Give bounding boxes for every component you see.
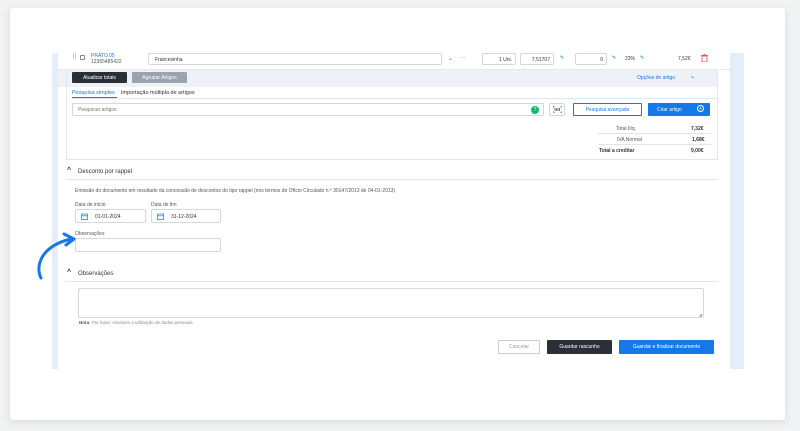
chevron-down-icon[interactable]: ⌄ — [690, 73, 695, 80]
document-panel: ⠿ PRATO.05 12365485422 Francesinha ⌄ ···… — [58, 53, 730, 369]
edit-discount-pencil-icon[interactable]: ✎ — [612, 55, 616, 61]
rappel-observations-input[interactable] — [75, 238, 221, 252]
rappel-divider — [66, 179, 718, 180]
save-finish-button[interactable]: Guardar e finalizar documento — [619, 340, 714, 354]
expand-chevron-icon[interactable]: ⌄ — [448, 55, 453, 62]
annotation-arrow-icon — [37, 232, 76, 280]
product-barcode: 12365485422 — [91, 59, 122, 65]
group-articles-button[interactable]: Agrupar Artigos — [132, 72, 187, 83]
start-date-input[interactable]: 01-01-2024 — [75, 209, 146, 223]
discount-value: 0 — [600, 57, 603, 63]
end-date-value: 31-12-2024 — [171, 214, 197, 220]
end-date-label: Data de fim — [151, 202, 177, 208]
barcode-icon — [552, 106, 562, 113]
product-name-input[interactable]: Francesinha — [148, 53, 442, 65]
create-article-label: Criar artigo — [657, 106, 682, 113]
unit-price-value: 7,51707 — [531, 57, 550, 63]
article-options-link[interactable]: Opções de artigo — [637, 75, 675, 81]
vat-rate: 23% — [625, 56, 636, 62]
line-total: 7,52€ — [678, 56, 691, 62]
unit-price-input[interactable]: 7,51707 — [520, 53, 554, 65]
quantity-input[interactable]: 1 Uni. — [482, 53, 516, 65]
start-date-label: Data de início — [75, 202, 106, 208]
barcode-scan-button[interactable] — [549, 103, 565, 116]
observations-textarea[interactable]: ◢ — [78, 288, 704, 318]
save-draft-button[interactable]: Guardar rascunho — [547, 340, 612, 354]
article-search-input[interactable]: ? — [72, 103, 544, 116]
privacy-note: Nota: Por favor, minimize a utilização d… — [79, 320, 194, 325]
cancel-button[interactable]: Cancelar — [498, 340, 540, 354]
delete-trash-icon[interactable] — [701, 54, 708, 62]
section-bottom-border — [66, 159, 718, 160]
privacy-note-label: Nota: — [79, 320, 91, 325]
plus-circle-icon: + — [697, 105, 704, 112]
section-border-right — [717, 70, 718, 160]
totals-divider — [598, 133, 711, 134]
app-window: ⠿ PRATO.05 12365485422 Francesinha ⌄ ···… — [52, 53, 744, 369]
totals-divider — [598, 144, 711, 145]
tabs-divider — [72, 98, 718, 99]
edit-vat-pencil-icon[interactable]: ✎ — [640, 55, 644, 61]
row-checkbox[interactable] — [80, 55, 85, 60]
rappel-description: Emissão do documento em resultado da con… — [75, 188, 396, 194]
help-question-icon[interactable]: ? — [531, 106, 539, 114]
total-credit-value: 9,00€ — [691, 148, 704, 154]
start-date-value: 01-01-2024 — [95, 214, 121, 220]
resize-handle-icon[interactable]: ◢ — [699, 312, 702, 317]
calendar-icon — [157, 213, 164, 220]
collapse-chevron-up-icon[interactable]: ^ — [67, 167, 71, 174]
total-net-value: 7,32€ — [691, 126, 704, 132]
calendar-icon — [81, 213, 88, 220]
vat-value: 1,68€ — [692, 137, 705, 143]
total-net-label: Total Ilíq. — [616, 126, 637, 132]
create-article-button[interactable]: Criar artigo + — [648, 103, 710, 116]
rappel-section-title[interactable]: Desconto por rappel — [78, 169, 132, 175]
quantity-value: 1 Uni. — [498, 57, 512, 63]
observations-section-title[interactable]: Observações — [78, 271, 113, 277]
rappel-observations-label: Observações — [75, 231, 105, 237]
update-totals-button[interactable]: Atualizar totais — [72, 72, 127, 83]
end-date-input[interactable]: 31-12-2024 — [151, 209, 221, 223]
product-name-text: Francesinha — [155, 57, 183, 63]
section-border-left — [66, 70, 67, 160]
total-credit-label: Total a creditar — [599, 148, 635, 154]
article-search-field[interactable] — [78, 107, 518, 113]
privacy-note-text: Por favor, minimize a utilização de dado… — [91, 320, 194, 325]
tab-multiple-import[interactable]: Importação múltipla de artigos — [121, 90, 195, 96]
vat-label: IVA Normal — [617, 137, 642, 143]
discount-input[interactable]: 0 — [575, 53, 607, 65]
more-dots-icon[interactable]: ··· — [460, 55, 465, 61]
advanced-search-button[interactable]: Pesquisa avançada — [573, 103, 642, 116]
edit-price-pencil-icon[interactable]: ✎ — [560, 55, 564, 61]
tab-simple-search[interactable]: Pesquisa simples — [72, 90, 115, 96]
observations-divider — [66, 281, 718, 282]
drag-handle-icon[interactable]: ⠿ — [72, 53, 77, 61]
